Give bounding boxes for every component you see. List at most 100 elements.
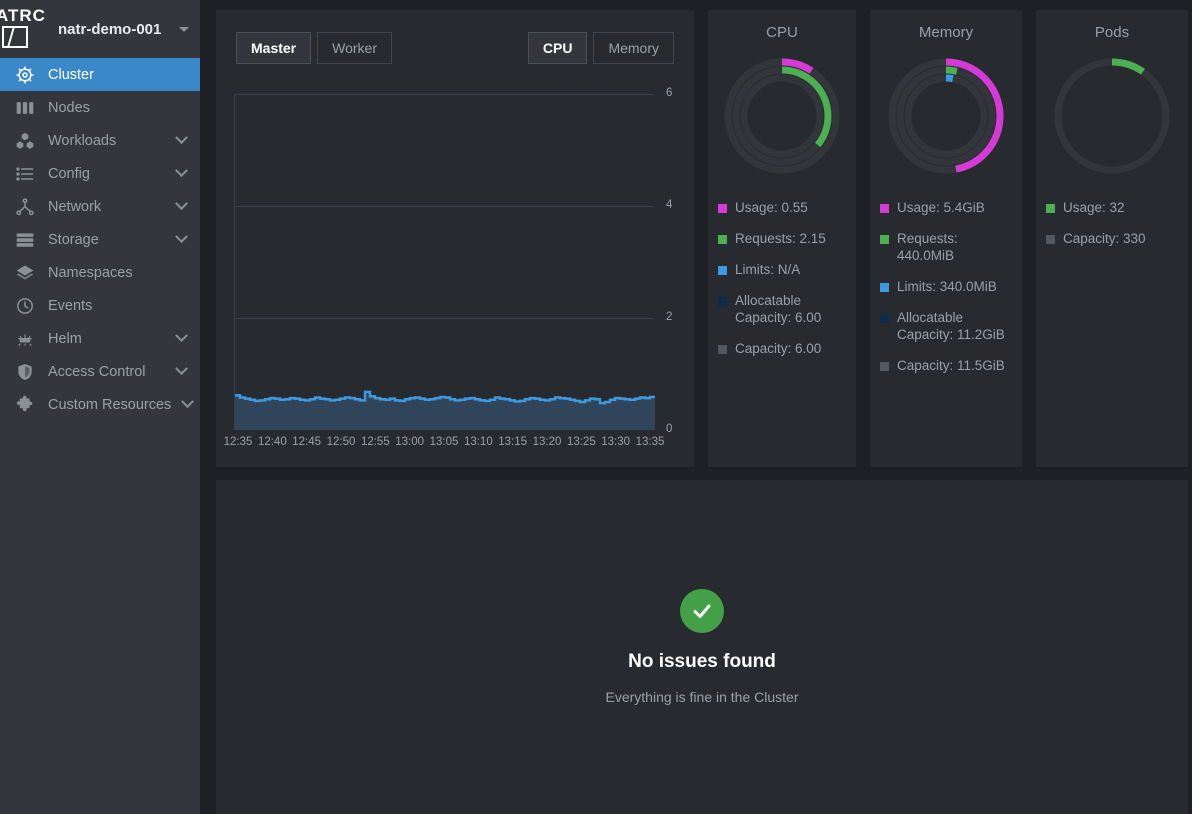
sidebar-item-namespaces[interactable]: Namespaces xyxy=(0,256,200,289)
cluster-selector-label[interactable]: natr-demo-001 xyxy=(58,21,161,38)
sidebar-item-label: Config xyxy=(48,165,90,182)
metric-title: Memory xyxy=(918,24,974,41)
x-axis-tick: 13:00 xyxy=(395,436,425,448)
legend-swatch xyxy=(718,235,727,244)
issues-subtitle: Everything is fine in the Cluster xyxy=(605,689,799,705)
x-axis-tick: 13:25 xyxy=(566,436,596,448)
tab-cpu[interactable]: CPU xyxy=(527,32,588,64)
legend-item: Allocatable Capacity: 6.00 xyxy=(718,292,846,326)
y-axis-tick: 6 xyxy=(666,87,673,99)
sidebar-item-nodes[interactable]: Nodes xyxy=(0,91,200,124)
x-axis-tick: 13:15 xyxy=(498,436,528,448)
legend-swatch xyxy=(880,204,889,213)
x-axis-tick: 12:55 xyxy=(360,436,390,448)
cpu-donut xyxy=(718,55,846,177)
legend-swatch xyxy=(880,314,889,323)
sidebar-item-label: Helm xyxy=(48,330,82,347)
top-row: Master Worker CPU Memory 0246 12:35 12:40 12… xyxy=(200,10,1192,467)
gridline xyxy=(235,206,654,207)
chevron-down-icon[interactable] xyxy=(175,131,188,145)
sidebar-item-cluster[interactable]: Cluster xyxy=(0,58,200,91)
legend-label: Usage: 0.55 xyxy=(735,200,808,215)
sidebar-item-config[interactable]: Config xyxy=(0,157,200,190)
chevron-down-icon[interactable] xyxy=(175,329,188,343)
chevron-down-icon[interactable] xyxy=(175,164,188,178)
puzzle-icon xyxy=(14,394,36,416)
x-axis-tick: 13:05 xyxy=(429,436,459,448)
legend-label: Allocatable Capacity: 6.00 xyxy=(735,293,822,325)
legend-swatch xyxy=(1046,235,1055,244)
network-nodes-icon xyxy=(14,196,36,218)
legend-label: Requests: 2.15 xyxy=(735,231,826,246)
svg-text:HELM: HELM xyxy=(21,338,30,342)
sidebar-item-label: Storage xyxy=(48,231,99,248)
sidebar: ATRC natr-demo-001 Cluster Nodes Workloads… xyxy=(0,0,200,814)
gridline xyxy=(235,94,654,95)
tab-master[interactable]: Master xyxy=(236,32,312,64)
sidebar-item-access-control[interactable]: Access Control xyxy=(0,355,200,388)
legend-item: Limits: 340.0MiB xyxy=(880,278,1012,295)
x-axis-tick: 13:20 xyxy=(532,436,562,448)
legend-item: Usage: 5.4GiB xyxy=(880,199,1012,216)
sidebar-item-network[interactable]: Network xyxy=(0,190,200,223)
sidebar-item-events[interactable]: Events xyxy=(0,289,200,322)
x-axis-tick: 13:10 xyxy=(463,436,493,448)
sidebar-item-label: Nodes xyxy=(48,99,90,116)
legend-swatch xyxy=(880,235,889,244)
legend-label: Requests: 440.0MiB xyxy=(897,231,958,263)
sidebar-item-label: Cluster xyxy=(48,66,94,83)
sidebar-item-label: Network xyxy=(48,198,102,215)
metric-card-pods: Pods Usage: 32 Capacity: 330 xyxy=(1036,10,1188,467)
metric-legend: Usage: 0.55 Requests: 2.15 Limits: N/A Allo… xyxy=(718,199,846,357)
logo-glyph xyxy=(2,26,28,48)
legend-item: Capacity: 6.00 xyxy=(718,340,846,357)
cubes-icon xyxy=(14,130,36,152)
main-content: Master Worker CPU Memory 0246 12:35 12:40 12… xyxy=(200,0,1192,814)
legend-swatch xyxy=(1046,204,1055,213)
x-axis-tick: 13:30 xyxy=(601,436,631,448)
chart-plot[interactable]: 0 2 4 6 12:35 12:40 12:45 12:50 12:55 13:00 13:05… xyxy=(224,80,682,450)
tab-memory[interactable]: Memory xyxy=(593,32,674,64)
y-axis-tick: 0 xyxy=(666,423,673,435)
check-circle-icon xyxy=(680,589,724,633)
pods-donut xyxy=(1046,55,1178,177)
cpu-chart-card: Master Worker CPU Memory 0246 12:35 12:40 12… xyxy=(216,10,694,467)
chart-toolbar: Master Worker CPU Memory xyxy=(216,10,694,64)
helm-wheel-icon xyxy=(14,64,36,86)
metric-card-memory: Memory Usage: 5.4GiB Requests: 440.0MiB Li… xyxy=(870,10,1022,467)
sidebar-item-custom-resources[interactable]: Custom Resources xyxy=(0,388,200,421)
plot-area xyxy=(234,94,655,430)
database-icon xyxy=(14,229,36,251)
issues-panel: No issues found Everything is fine in th… xyxy=(216,480,1188,814)
node-type-toggle: Master Worker xyxy=(236,32,392,64)
chevron-down-icon[interactable] xyxy=(175,230,188,244)
legend-item: Capacity: 11.5GiB xyxy=(880,357,1012,374)
chevron-down-icon[interactable] xyxy=(181,395,195,409)
sidebar-item-storage[interactable]: Storage xyxy=(0,223,200,256)
sidebar-nav: Cluster Nodes Workloads Config Network Storag… xyxy=(0,58,200,421)
chevron-down-icon[interactable] xyxy=(175,197,188,211)
legend-item: Usage: 0.55 xyxy=(718,199,846,216)
legend-label: Allocatable Capacity: 11.2GiB xyxy=(897,310,1005,342)
gridline xyxy=(235,318,654,319)
legend-item: Requests: 440.0MiB xyxy=(880,230,1012,264)
legend-item: Limits: N/A xyxy=(718,261,846,278)
chevron-down-icon[interactable] xyxy=(175,362,188,376)
memory-donut xyxy=(880,55,1012,177)
y-axis-tick: 2 xyxy=(666,311,673,323)
legend-label: Limits: 340.0MiB xyxy=(897,279,997,294)
legend-swatch xyxy=(880,283,889,292)
brand-header[interactable]: ATRC natr-demo-001 xyxy=(0,0,200,58)
chevron-down-icon[interactable] xyxy=(179,26,190,32)
sidebar-item-label: Access Control xyxy=(48,363,146,380)
legend-swatch xyxy=(718,345,727,354)
sidebar-item-helm[interactable]: HELM Helm xyxy=(0,322,200,355)
x-axis-tick: 12:40 xyxy=(257,436,287,448)
tab-worker[interactable]: Worker xyxy=(317,32,392,64)
donut-chart-icon xyxy=(724,58,840,174)
legend-label: Usage: 5.4GiB xyxy=(897,200,985,215)
sidebar-item-workloads[interactable]: Workloads xyxy=(0,124,200,157)
layers-icon xyxy=(14,262,36,284)
legend-label: Usage: 32 xyxy=(1063,200,1125,215)
legend-item: Usage: 32 xyxy=(1046,199,1178,216)
